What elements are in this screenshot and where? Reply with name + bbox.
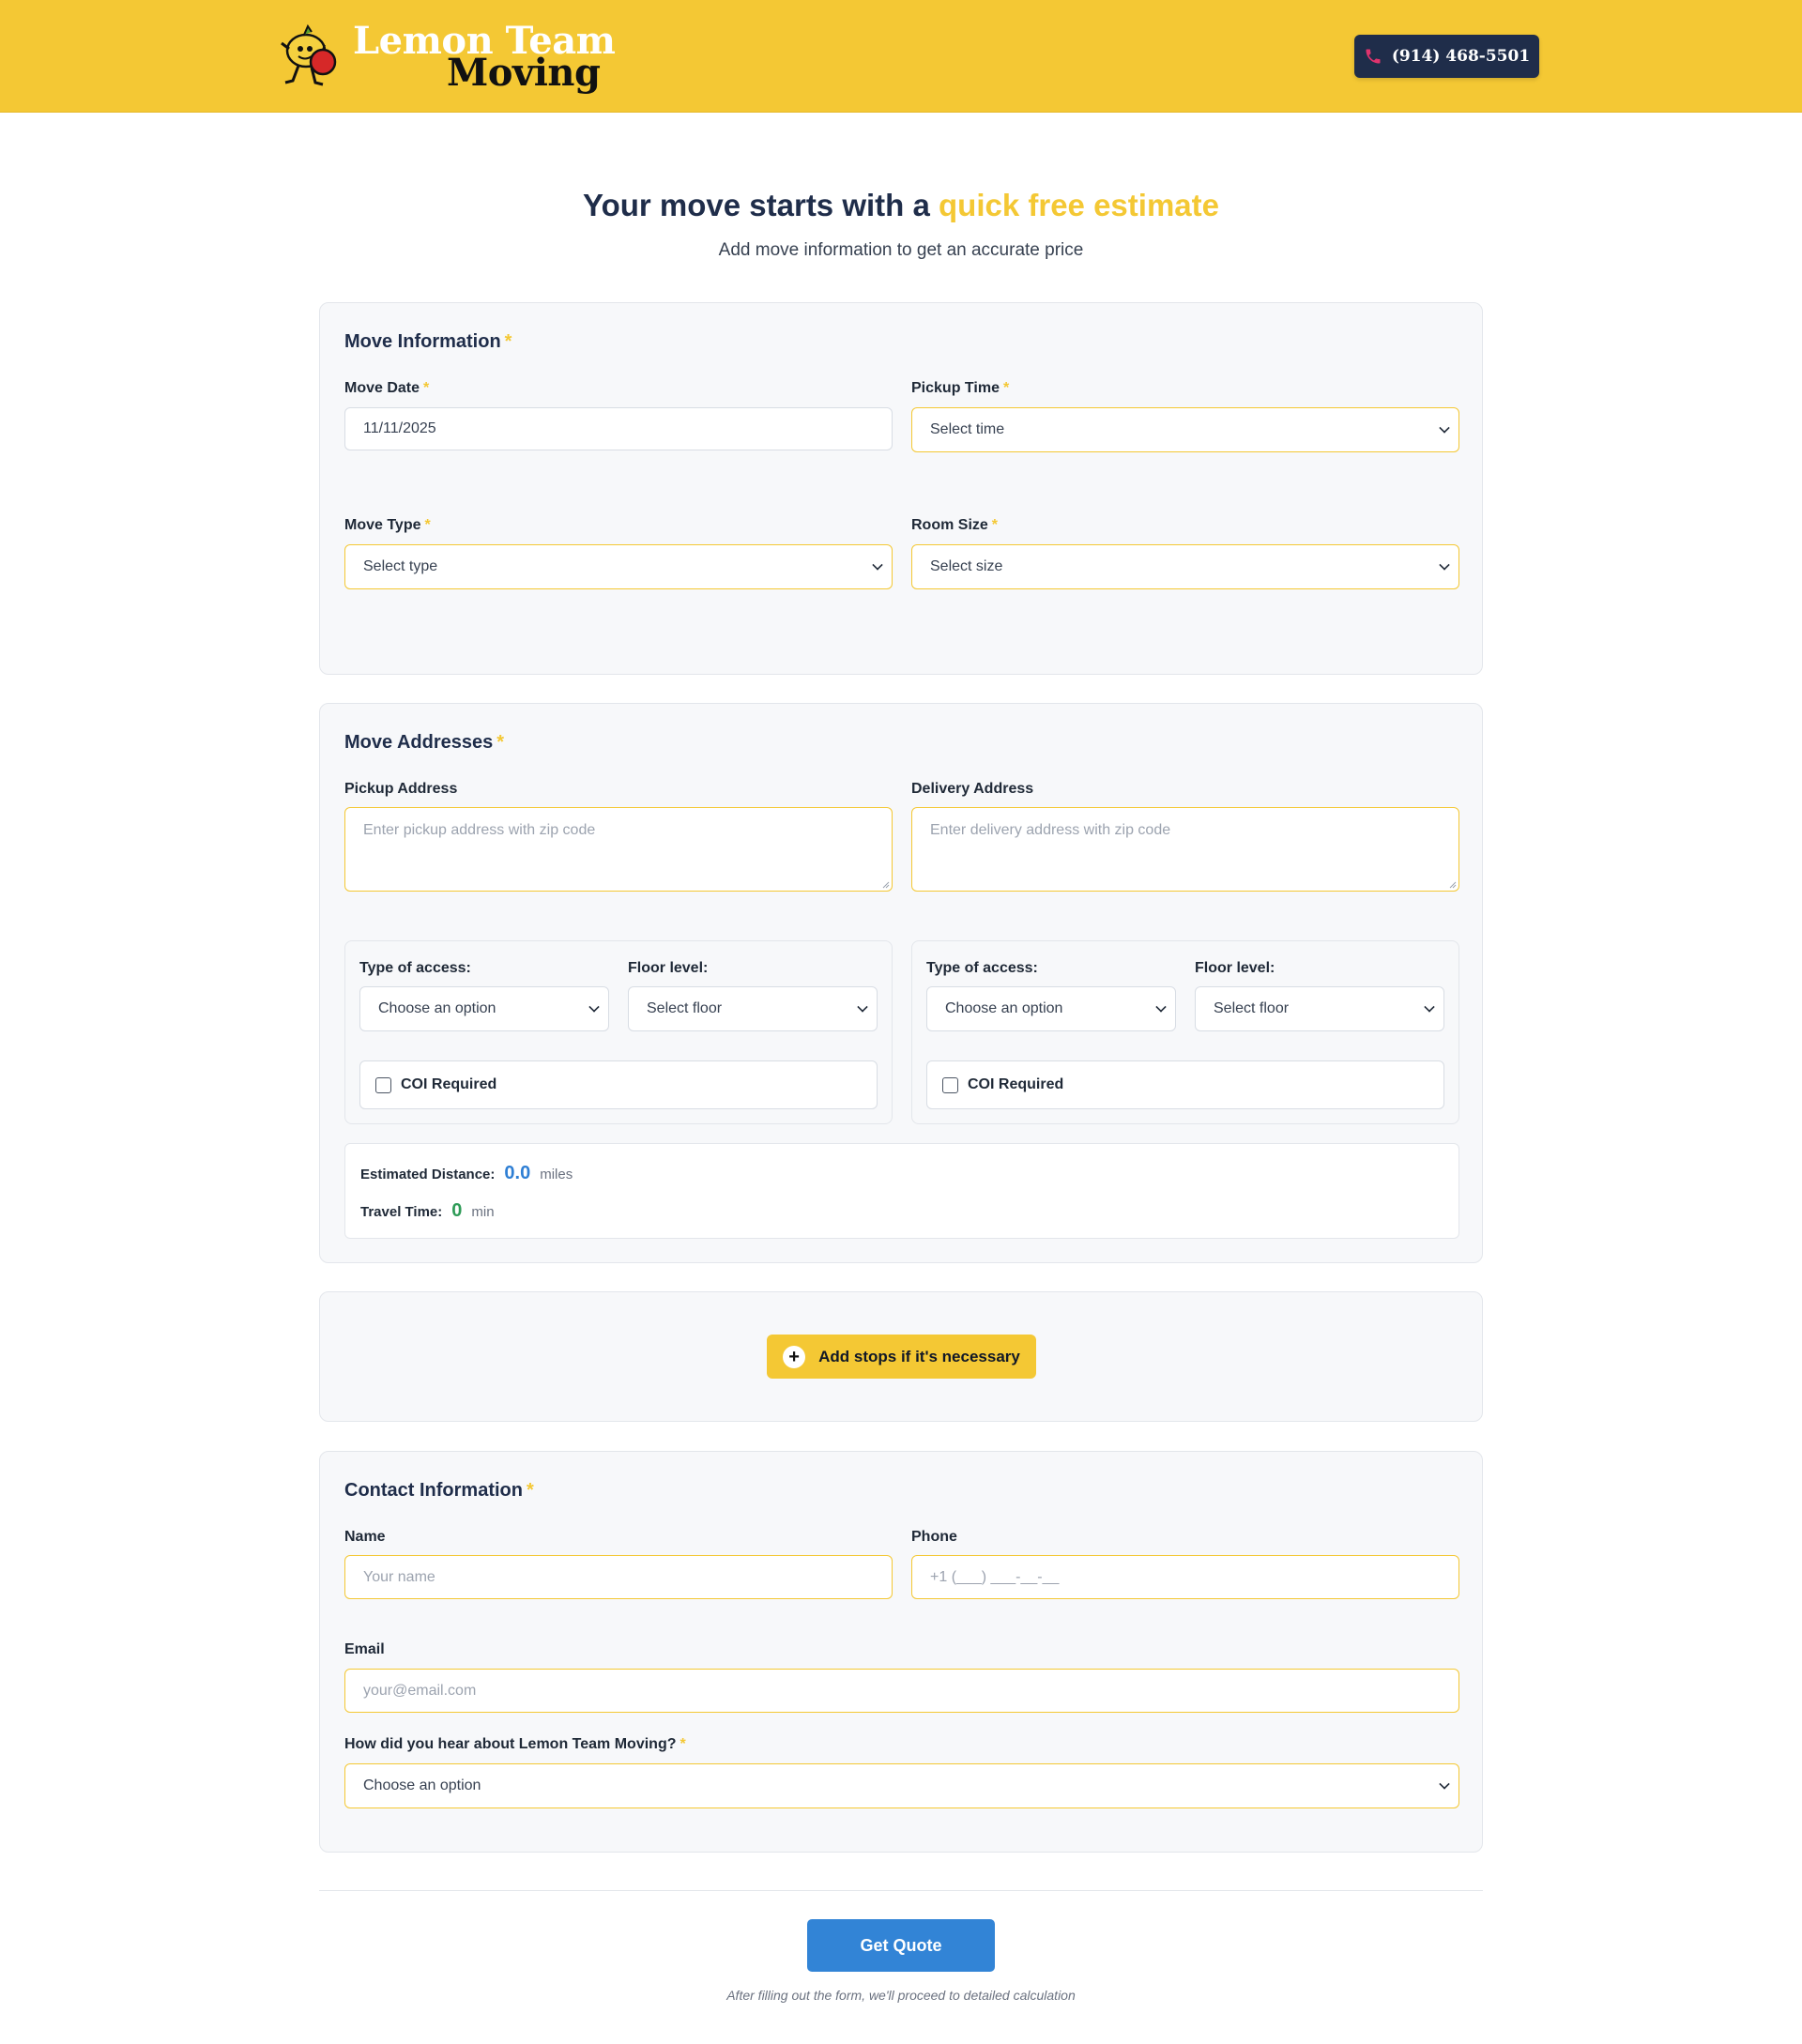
page-title: Your move starts with a quick free estim… xyxy=(0,188,1802,223)
move-date-label: Move Date * xyxy=(344,380,430,396)
move-type-select[interactable]: Select type xyxy=(344,544,893,589)
move-information-card: Move Information * Move Date * 11/11/2025 … xyxy=(319,302,1483,675)
name-label: Name xyxy=(344,1529,386,1545)
chevron-down-icon xyxy=(1439,422,1450,434)
lemon-mascot-icon xyxy=(281,23,337,86)
title-accent: quick free estimate xyxy=(939,188,1219,222)
stops-card: + Add stops if it's necessary xyxy=(319,1291,1483,1422)
email-input[interactable]: your@email.com xyxy=(344,1669,1459,1713)
time-value: 0 xyxy=(451,1200,463,1221)
pickup-coi-checkbox[interactable]: COI Required xyxy=(359,1060,878,1109)
resize-handle-icon[interactable] xyxy=(880,879,890,889)
delivery-details-panel: Type of access: Choose an option Floor l… xyxy=(911,940,1459,1124)
section-title: Move Addresses * xyxy=(344,732,505,753)
estimated-distance: Estimated Distance: 0.0 miles xyxy=(360,1163,573,1183)
divider xyxy=(319,1890,1483,1891)
move-type-label: Move Type * xyxy=(344,517,431,533)
checkbox[interactable] xyxy=(942,1076,958,1093)
route-estimate-box: Estimated Distance: 0.0 miles Travel Tim… xyxy=(344,1143,1459,1239)
chevron-down-icon xyxy=(857,1001,868,1013)
pickup-access-select[interactable]: Choose an option xyxy=(359,986,609,1031)
referral-label: How did you hear about Lemon Team Moving… xyxy=(344,1736,686,1752)
section-title: Contact Information * xyxy=(344,1480,534,1501)
add-stops-button[interactable]: + Add stops if it's necessary xyxy=(767,1335,1036,1379)
delivery-floor-select[interactable]: Select floor xyxy=(1195,986,1444,1031)
resize-handle-icon[interactable] xyxy=(1447,879,1457,889)
chevron-down-icon xyxy=(1439,1778,1450,1790)
section-title: Move Information * xyxy=(344,331,512,352)
logo-text-line2: Moving xyxy=(447,51,601,95)
room-size-label: Room Size * xyxy=(911,517,999,533)
brand-logo[interactable]: Lemon Team Moving xyxy=(278,17,616,98)
title-prefix: Your move starts with a xyxy=(583,188,930,222)
delivery-access-select[interactable]: Choose an option xyxy=(926,986,1176,1031)
referral-select[interactable]: Choose an option xyxy=(344,1763,1459,1808)
floor-level-label: Floor level: xyxy=(1195,960,1275,976)
get-quote-button[interactable]: Get Quote xyxy=(807,1919,995,1972)
delivery-coi-checkbox[interactable]: COI Required xyxy=(926,1060,1444,1109)
call-phone-button[interactable]: (914) 468-5501 xyxy=(1354,35,1539,78)
chevron-down-icon xyxy=(1155,1001,1167,1013)
chevron-down-icon xyxy=(1439,559,1450,571)
form-footnote: After filling out the form, we'll procee… xyxy=(726,1988,1076,2003)
delivery-address-textarea[interactable]: Enter delivery address with zip code xyxy=(911,807,1459,892)
pickup-floor-select[interactable]: Select floor xyxy=(628,986,878,1031)
page-subtitle: Add move information to get an accurate … xyxy=(718,240,1084,260)
access-type-label: Type of access: xyxy=(926,960,1038,976)
chevron-down-icon xyxy=(1424,1001,1435,1013)
email-label: Email xyxy=(344,1641,385,1657)
distance-value: 0.0 xyxy=(504,1163,531,1183)
pickup-time-label: Pickup Time * xyxy=(911,380,1010,396)
chevron-down-icon xyxy=(872,559,883,571)
name-input[interactable]: Your name xyxy=(344,1555,893,1599)
floor-level-label: Floor level: xyxy=(628,960,709,976)
pickup-address-label: Pickup Address xyxy=(344,781,458,797)
contact-information-card: Contact Information * Name Your name Phon… xyxy=(319,1451,1483,1853)
phone-label: Phone xyxy=(911,1529,957,1545)
move-date-input[interactable]: 11/11/2025 xyxy=(344,407,893,450)
pickup-time-select[interactable]: Select time xyxy=(911,407,1459,452)
phone-icon xyxy=(1366,49,1381,64)
plus-icon: + xyxy=(783,1345,806,1368)
phone-number: (914) 468-5501 xyxy=(1391,47,1531,66)
access-type-label: Type of access: xyxy=(359,960,471,976)
pickup-address-textarea[interactable]: Enter pickup address with zip code xyxy=(344,807,893,892)
delivery-address-label: Delivery Address xyxy=(911,781,1034,797)
room-size-select[interactable]: Select size xyxy=(911,544,1459,589)
travel-time: Travel Time: 0 min xyxy=(360,1200,495,1221)
chevron-down-icon xyxy=(588,1001,600,1013)
site-header: Lemon Team Moving (914) 468-5501 xyxy=(0,0,1802,113)
move-addresses-card: Move Addresses * Pickup Address Enter pic… xyxy=(319,703,1483,1263)
checkbox[interactable] xyxy=(375,1076,391,1093)
phone-input[interactable]: +1 (___) ___-__-__ xyxy=(911,1555,1459,1599)
pickup-details-panel: Type of access: Choose an option Floor l… xyxy=(344,940,893,1124)
